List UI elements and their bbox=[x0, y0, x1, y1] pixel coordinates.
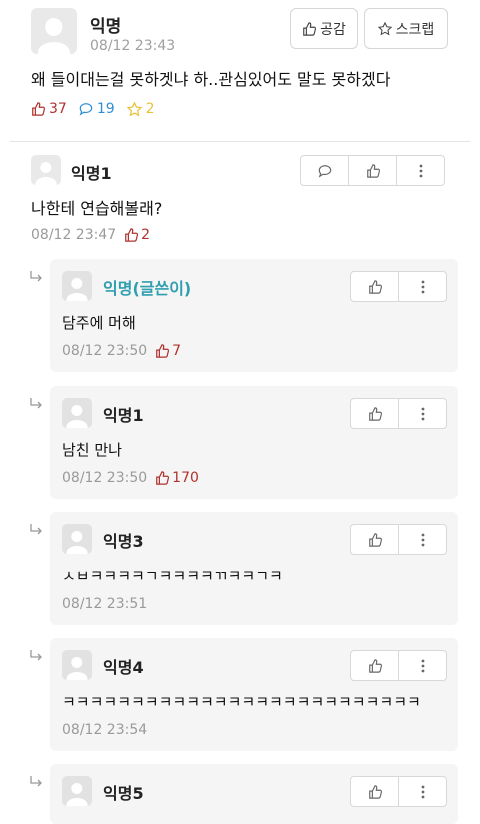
vote-count: 170 bbox=[172, 470, 199, 486]
more-button[interactable] bbox=[398, 525, 446, 554]
more-vertical-icon bbox=[421, 659, 424, 672]
reply-timestamp: 08/12 23:50 bbox=[62, 470, 148, 486]
comment-meta: 08/12 23:47 2 bbox=[31, 227, 150, 243]
vote-count: 7 bbox=[172, 343, 182, 359]
reply-button[interactable] bbox=[301, 156, 348, 185]
reply-actions bbox=[350, 271, 447, 302]
reply-actions bbox=[350, 776, 447, 807]
reply-timestamp: 08/12 23:54 bbox=[62, 722, 148, 738]
reply-card: 익명1 남친 만나 08/12 23:50 170 bbox=[50, 386, 458, 499]
reply-actions bbox=[350, 398, 447, 429]
post-avatar bbox=[31, 8, 77, 54]
reply-avatar bbox=[62, 271, 92, 301]
reply-votes: 7 bbox=[155, 343, 181, 359]
comment-count: 19 bbox=[96, 101, 115, 117]
reply-arrow-icon bbox=[30, 776, 42, 787]
like-button-label: 공감 bbox=[320, 21, 346, 38]
reply-meta: 08/12 23:50 7 bbox=[62, 343, 181, 359]
post-content: 왜 들이대는걸 못하겟냐 하..관심있어도 말도 못하겠다 bbox=[31, 70, 391, 89]
comment-avatar bbox=[31, 155, 61, 185]
thumbs-up-icon bbox=[368, 658, 382, 673]
reply-avatar bbox=[62, 524, 92, 554]
star-icon bbox=[377, 21, 392, 35]
more-vertical-icon bbox=[421, 280, 424, 293]
thumbs-up-icon bbox=[156, 471, 170, 485]
thumbs-up-icon bbox=[368, 406, 382, 421]
more-button[interactable] bbox=[398, 651, 446, 680]
vote-button[interactable] bbox=[351, 272, 398, 301]
thumbs-up-icon bbox=[125, 228, 139, 242]
reply-avatar bbox=[62, 398, 92, 428]
reply-arrow-icon bbox=[30, 524, 42, 535]
post-scrap-button[interactable]: 스크랩 bbox=[364, 8, 448, 49]
thumbs-up-icon bbox=[368, 279, 382, 294]
reply-avatar bbox=[62, 650, 92, 680]
more-button[interactable] bbox=[396, 156, 444, 185]
divider bbox=[10, 141, 470, 142]
post-stats: 37 19 2 bbox=[31, 101, 155, 117]
vote-button[interactable] bbox=[348, 156, 396, 185]
comment-votes: 2 bbox=[124, 227, 150, 243]
star-icon bbox=[126, 101, 142, 116]
comment-author: 익명1 bbox=[71, 164, 112, 183]
reply-content: 남친 만나 bbox=[62, 441, 122, 459]
reply-author: 익명1 bbox=[103, 406, 144, 425]
reply-actions bbox=[350, 524, 447, 555]
more-vertical-icon bbox=[421, 785, 424, 798]
more-vertical-icon bbox=[421, 407, 424, 420]
vote-button[interactable] bbox=[351, 399, 398, 428]
comment-icon bbox=[318, 164, 331, 178]
reply-author: 익명4 bbox=[103, 658, 144, 677]
comment-actions bbox=[300, 155, 445, 186]
reply-meta: 08/12 23:51 bbox=[62, 596, 147, 612]
reply-content: ㅋㅋㅋㅋㅋㅋㅋㅋㅋㅋㅋㅋㅋㅋㅋㅋㅋㅋㅋㅋㅋㅋㅋㅋㅋㅋ bbox=[62, 693, 421, 711]
like-count: 37 bbox=[49, 101, 67, 117]
thumbs-up-icon bbox=[32, 102, 45, 116]
reply-arrow-icon bbox=[30, 398, 42, 409]
reply-arrow-icon bbox=[30, 271, 42, 282]
vote-count: 2 bbox=[141, 227, 151, 243]
more-button[interactable] bbox=[398, 399, 446, 428]
comment-icon bbox=[79, 103, 93, 116]
vote-button[interactable] bbox=[351, 651, 398, 680]
comment-content: 나한테 연습해볼래? bbox=[31, 199, 163, 218]
reply-meta: 08/12 23:50 170 bbox=[62, 470, 199, 486]
reply-avatar bbox=[62, 776, 92, 806]
thumbs-up-icon bbox=[368, 532, 382, 547]
post-author: 익명 bbox=[90, 17, 122, 37]
vote-button[interactable] bbox=[351, 777, 398, 806]
thumbs-up-icon bbox=[156, 344, 170, 358]
reply-content: 담주에 머해 bbox=[62, 314, 136, 332]
thumbs-up-icon bbox=[366, 163, 380, 178]
reply-meta: 08/12 23:54 bbox=[62, 722, 147, 738]
post-like-button[interactable]: 공감 bbox=[290, 8, 358, 49]
reply-author: 익명5 bbox=[103, 784, 144, 803]
reply-arrow-icon bbox=[30, 650, 42, 661]
reply-timestamp: 08/12 23:50 bbox=[62, 343, 148, 359]
vote-button[interactable] bbox=[351, 525, 398, 554]
reply-author: 익명(글쓴이) bbox=[103, 279, 192, 298]
reply-card: 익명3 ㅅㅂㅋㅋㅋㅋㄱㅋㅋㅋㅋㄲㅋㅋㄱㅋ 08/12 23:51 bbox=[50, 512, 458, 625]
reply-card: 익명(글쓴이) 담주에 머해 08/12 23:50 7 bbox=[50, 259, 458, 372]
reply-card: 익명5 bbox=[50, 764, 458, 824]
more-button[interactable] bbox=[398, 272, 446, 301]
reply-actions bbox=[350, 650, 447, 681]
scrap-button-label: 스크랩 bbox=[395, 21, 435, 38]
more-vertical-icon bbox=[421, 533, 424, 546]
reply-content: ㅅㅂㅋㅋㅋㅋㄱㅋㅋㅋㅋㄲㅋㅋㄱㅋ bbox=[62, 567, 283, 585]
thumbs-up-icon bbox=[368, 784, 382, 799]
reply-card: 익명4 ㅋㅋㅋㅋㅋㅋㅋㅋㅋㅋㅋㅋㅋㅋㅋㅋㅋㅋㅋㅋㅋㅋㅋㅋㅋㅋ 08/12 23:… bbox=[50, 638, 458, 751]
reply-author: 익명3 bbox=[103, 532, 144, 551]
thumbs-up-icon bbox=[303, 21, 317, 36]
reply-timestamp: 08/12 23:51 bbox=[62, 596, 148, 612]
post-timestamp: 08/12 23:43 bbox=[90, 38, 176, 54]
reply-votes: 170 bbox=[155, 470, 199, 486]
scrap-count: 2 bbox=[145, 101, 155, 117]
comment-timestamp: 08/12 23:47 bbox=[31, 227, 117, 243]
more-button[interactable] bbox=[398, 777, 446, 806]
more-vertical-icon bbox=[419, 164, 422, 177]
